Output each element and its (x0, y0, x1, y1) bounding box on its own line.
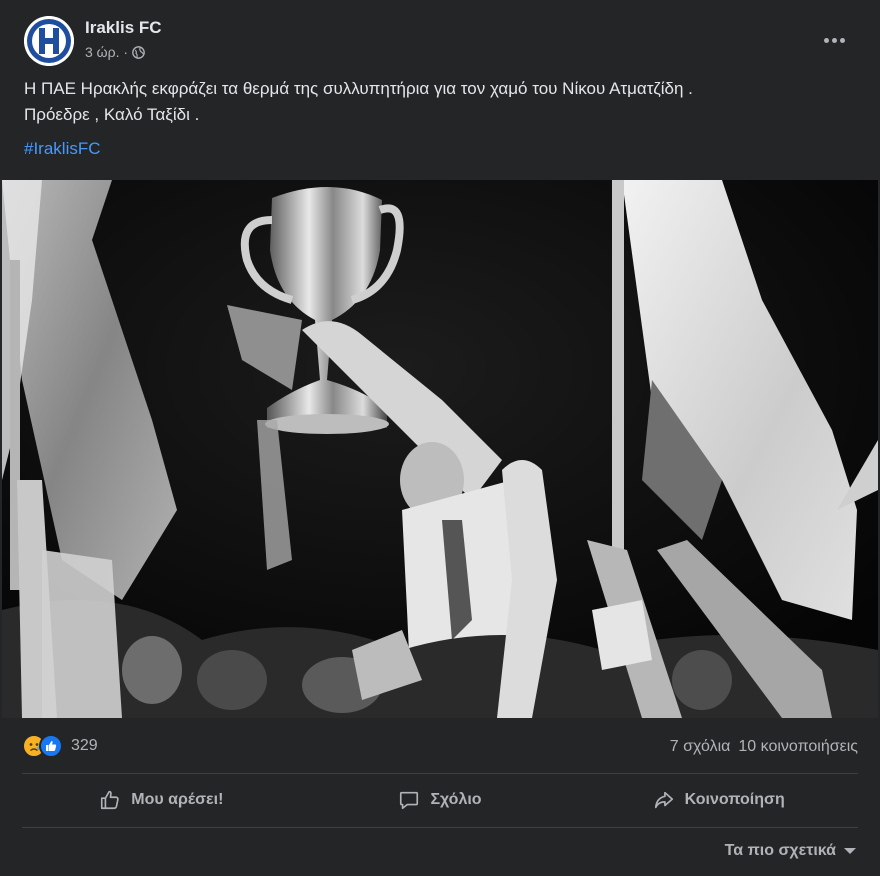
engagement-counts: 7 σχόλια 10 κοινοποιήσεις (670, 738, 858, 756)
shares-count[interactable]: 10 κοινοποιήσεις (738, 738, 858, 755)
divider (22, 773, 858, 774)
page-avatar[interactable] (24, 16, 74, 66)
page-name[interactable]: Iraklis FC (85, 18, 162, 38)
reaction-count[interactable]: 329 (71, 737, 98, 755)
comments-count[interactable]: 7 σχόλια (670, 738, 731, 755)
more-options-button[interactable] (816, 22, 852, 58)
like-button[interactable]: Μου αρέσει! (22, 777, 301, 823)
action-bar: Μου αρέσει! Σχόλιο Κοινοποίηση (22, 777, 858, 823)
comment-sort-dropdown[interactable]: Τα πιο σχετικά (725, 842, 856, 860)
post-text: Η ΠΑΕ Ηρακλής εκφράζει τα θερμά της συλλ… (24, 76, 840, 128)
comment-button[interactable]: Σχόλιο (301, 777, 580, 823)
post-timestamp[interactable]: 3 ώρ. · (85, 44, 128, 60)
sort-label: Τα πιο σχετικά (724, 842, 836, 859)
post-stats: 329 7 σχόλια 10 κοινοποιήσεις (22, 730, 858, 766)
post-text-line: Πρόεδρε , Καλό Ταξίδι . (24, 105, 200, 124)
divider (22, 827, 858, 828)
post-photo[interactable] (2, 180, 878, 718)
share-icon (654, 791, 673, 809)
dot-icon (839, 37, 845, 43)
comment-icon (400, 791, 419, 810)
like-label: Μου αρέσει! (131, 791, 224, 808)
reactions-summary[interactable]: 329 (22, 734, 98, 758)
caret-down-icon (844, 848, 856, 854)
post-header: Iraklis FC 3 ώρ. · (24, 16, 860, 66)
thumbs-up-icon (101, 790, 119, 810)
post-card: Iraklis FC 3 ώρ. · Η ΠΑΕ Ηρακλής εκφράζε… (0, 0, 880, 876)
globe-icon[interactable] (132, 45, 145, 59)
share-button[interactable]: Κοινοποίηση (579, 777, 858, 823)
iraklis-logo-icon (24, 16, 74, 66)
comment-label: Σχόλιο (430, 791, 482, 808)
post-meta: 3 ώρ. · (85, 44, 145, 60)
share-label: Κοινοποίηση (684, 791, 785, 808)
dot-icon (823, 37, 829, 43)
dot-icon (831, 37, 837, 43)
hashtag-link[interactable]: #IraklisFC (24, 139, 101, 159)
post-text-line: Η ΠΑΕ Ηρακλής εκφράζει τα θερμά της συλλ… (24, 79, 693, 98)
like-reaction-icon (39, 734, 63, 758)
trophy-celebration-photo (2, 180, 878, 718)
